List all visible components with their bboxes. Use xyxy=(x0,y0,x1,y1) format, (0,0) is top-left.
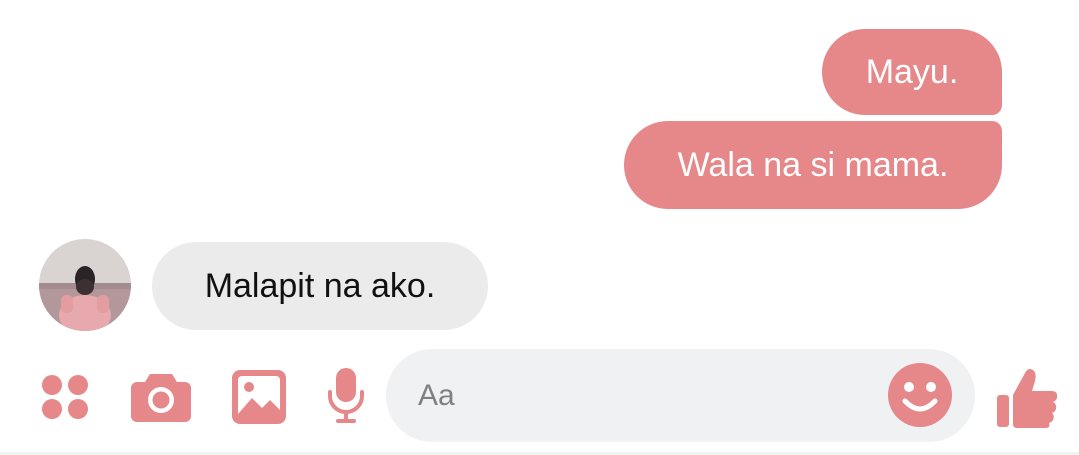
message-input[interactable]: Aa xyxy=(386,349,975,442)
chat-screen: Mayu. Wala na si mama. Malapit na ako. A… xyxy=(0,0,1079,455)
camera-icon[interactable] xyxy=(131,370,191,422)
contact-avatar[interactable] xyxy=(39,239,131,331)
thumbs-up-icon[interactable] xyxy=(997,365,1059,429)
incoming-message[interactable]: Malapit na ako. xyxy=(152,242,488,330)
emoji-icon[interactable] xyxy=(888,363,952,427)
outgoing-message[interactable]: Mayu. xyxy=(822,29,1002,115)
message-text: Wala na si mama. xyxy=(677,146,949,184)
input-placeholder: Aa xyxy=(418,378,455,412)
apps-icon[interactable] xyxy=(40,373,90,421)
message-text: Malapit na ako. xyxy=(204,267,436,305)
microphone-icon[interactable] xyxy=(327,368,365,424)
outgoing-message[interactable]: Wala na si mama. xyxy=(624,121,1002,209)
gallery-icon[interactable] xyxy=(232,370,286,424)
message-text: Mayu. xyxy=(865,53,959,91)
